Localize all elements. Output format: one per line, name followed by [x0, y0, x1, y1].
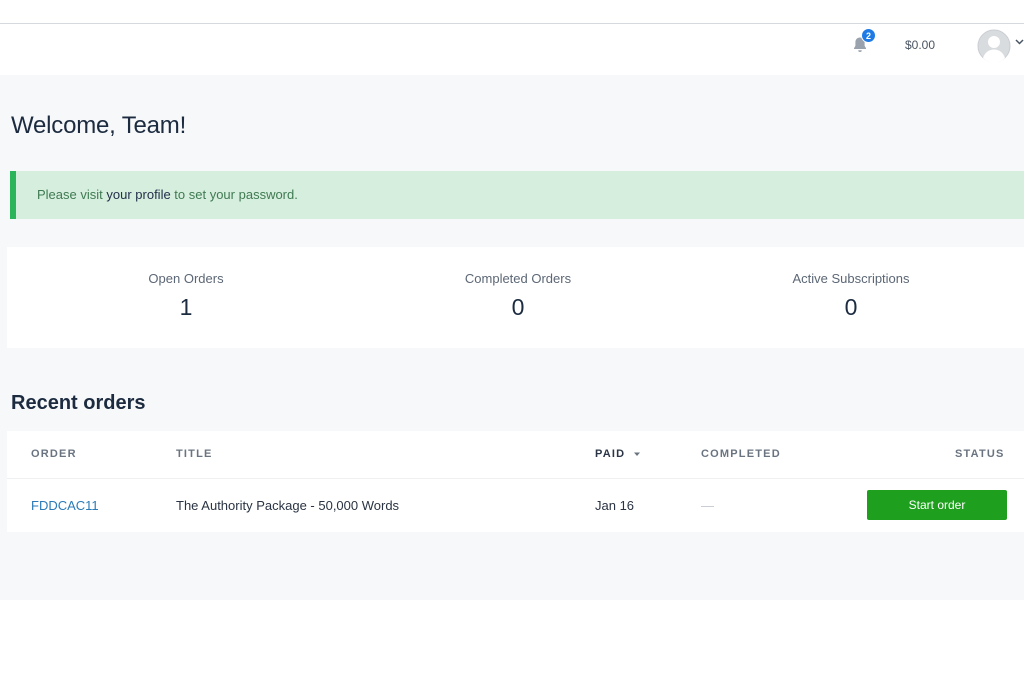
stat-value: 0 — [844, 294, 858, 320]
recent-orders-table: ORDER TITLE PAID COMPLETED STATUS FDDCAC… — [7, 431, 1024, 532]
stat-open-orders: Open Orders 1 — [76, 271, 296, 321]
order-paid-date: Jan 16 — [595, 498, 635, 513]
stat-label: Open Orders — [148, 271, 224, 286]
stat-label: Active Subscriptions — [792, 271, 910, 286]
password-alert: Please visit your profile to set your pa… — [10, 171, 1024, 219]
header-divider — [7, 478, 1024, 479]
stat-active-subscriptions: Active Subscriptions 0 — [741, 271, 961, 321]
alert-suffix: to set your password. — [170, 187, 298, 202]
column-header-paid-label: PAID — [595, 448, 626, 460]
account-balance[interactable]: $0.00 — [905, 38, 935, 52]
top-header: 2 $0.00 — [0, 24, 1024, 75]
user-avatar[interactable] — [977, 29, 1011, 63]
column-header-completed: COMPLETED — [701, 448, 781, 460]
caret-down-icon — [633, 452, 640, 457]
order-title: The Authority Package - 50,000 Words — [176, 498, 400, 513]
dashboard-content: Welcome, Team! Please visit your profile… — [0, 75, 1024, 600]
stat-value: 1 — [179, 294, 193, 320]
stat-value: 0 — [511, 294, 525, 320]
stat-completed-orders: Completed Orders 0 — [408, 271, 628, 321]
notifications-button[interactable]: 2 — [852, 28, 876, 56]
column-header-order: ORDER — [31, 448, 77, 460]
user-avatar-icon — [977, 29, 1011, 63]
stats-panel: Open Orders 1 Completed Orders 0 Active … — [7, 247, 1024, 348]
profile-link[interactable]: your profile — [106, 187, 170, 202]
recent-orders-title: Recent orders — [11, 392, 146, 414]
column-header-title: TITLE — [176, 448, 213, 460]
column-header-paid[interactable]: PAID — [595, 448, 641, 460]
alert-prefix: Please visit — [37, 187, 107, 202]
column-header-status: STATUS — [955, 448, 1005, 460]
chevron-down-icon[interactable] — [1015, 38, 1024, 46]
order-id-link[interactable]: FDDCAC11 — [31, 498, 99, 513]
start-order-button[interactable]: Start order — [867, 490, 1007, 520]
page-title: Welcome, Team! — [11, 112, 187, 139]
notification-count-badge: 2 — [861, 28, 876, 43]
order-completed-date: — — [701, 498, 714, 513]
stat-label: Completed Orders — [464, 271, 572, 286]
